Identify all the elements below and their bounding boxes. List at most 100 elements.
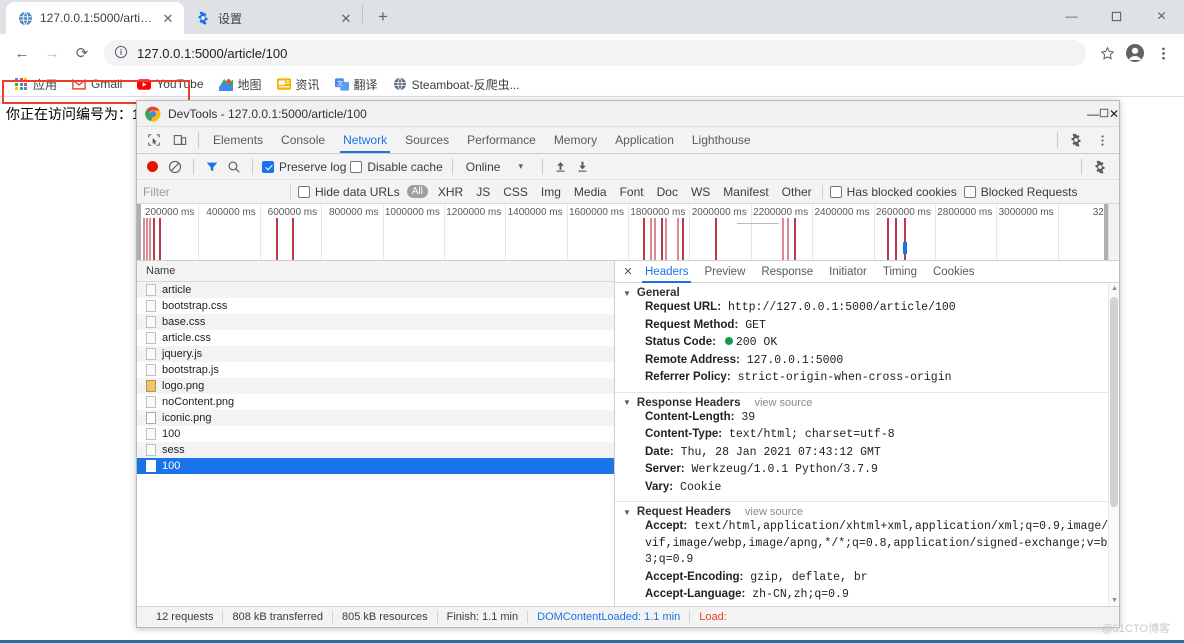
table-row[interactable]: article: [137, 282, 614, 298]
maximize-button[interactable]: [1094, 0, 1139, 32]
filter-type-img[interactable]: Img: [538, 184, 564, 200]
table-row[interactable]: noContent.png: [137, 394, 614, 410]
address-bar[interactable]: 127.0.0.1:5000/article/100: [104, 40, 1086, 66]
table-row[interactable]: logo.png: [137, 378, 614, 394]
filter-input[interactable]: Filter: [143, 185, 283, 199]
request-list-header[interactable]: Name: [137, 261, 614, 282]
chevron-down-icon[interactable]: ▼: [623, 398, 631, 407]
detail-tab-initiator[interactable]: Initiator: [821, 261, 875, 283]
inspect-cursor-icon[interactable]: [141, 128, 167, 152]
avatar-icon[interactable]: [1122, 40, 1148, 66]
header-section-title[interactable]: ▼ Response Headers view source: [623, 397, 1119, 409]
disable-cache-checkbox[interactable]: Disable cache: [350, 160, 443, 174]
overview-tick: [812, 204, 814, 260]
filter-type-media[interactable]: Media: [571, 184, 610, 200]
devtools-close-button[interactable]: ✕: [1109, 107, 1119, 121]
table-row[interactable]: sess: [137, 442, 614, 458]
table-row[interactable]: 100: [137, 426, 614, 442]
view-source-link[interactable]: view source: [745, 506, 803, 518]
reload-button[interactable]: ⟳: [68, 39, 96, 67]
filter-type-xhr[interactable]: XHR: [435, 184, 466, 200]
tab-performance[interactable]: Performance: [458, 127, 545, 153]
kebab-menu-icon[interactable]: [1150, 40, 1176, 66]
chevron-down-icon[interactable]: ▾: [504, 161, 533, 172]
tab-lighthouse[interactable]: Lighthouse: [683, 127, 760, 153]
filter-type-ws[interactable]: WS: [688, 184, 713, 200]
scroll-up-icon[interactable]: ▲: [1109, 283, 1120, 294]
devtools-maximize-button[interactable]: [1099, 107, 1109, 121]
bookmark-news[interactable]: 资讯: [271, 74, 326, 95]
magnifier-icon[interactable]: [225, 158, 243, 176]
watermark: @51CTO博客: [1101, 623, 1170, 635]
download-arrow-icon[interactable]: [574, 158, 592, 176]
header-section-title[interactable]: ▼ Request Headers view source: [623, 506, 1119, 518]
detail-tab-timing[interactable]: Timing: [875, 261, 925, 283]
table-row[interactable]: 100: [137, 458, 614, 474]
overview-scrollbar[interactable]: [1108, 204, 1119, 260]
filter-type-manifest[interactable]: Manifest: [720, 184, 771, 200]
filter-type-js[interactable]: JS: [473, 184, 493, 200]
scroll-down-icon[interactable]: ▼: [1109, 595, 1120, 606]
table-row[interactable]: bootstrap.js: [137, 362, 614, 378]
blocked-requests-checkbox[interactable]: Blocked Requests: [963, 185, 1077, 199]
clear-circle-slash-icon[interactable]: [166, 158, 184, 176]
record-dot-icon[interactable]: [147, 161, 158, 172]
close-button[interactable]: ✕: [1139, 0, 1184, 32]
devtools-minimize-button[interactable]: —: [1087, 107, 1099, 121]
table-row[interactable]: jquery.js: [137, 346, 614, 362]
forward-button[interactable]: →: [38, 39, 66, 67]
upload-arrow-icon[interactable]: [552, 158, 570, 176]
detail-tab-preview[interactable]: Preview: [696, 261, 753, 283]
star-icon[interactable]: [1094, 40, 1120, 66]
filter-type-other[interactable]: Other: [779, 184, 815, 200]
funnel-icon[interactable]: [203, 158, 221, 176]
table-row[interactable]: iconic.png: [137, 410, 614, 426]
browser-tab-settings[interactable]: 设置 ✕: [184, 2, 362, 34]
bookmark-steamboat[interactable]: Steamboat-反爬虫...: [387, 74, 526, 95]
tab-application[interactable]: Application: [606, 127, 683, 153]
overview-request-bar: [276, 218, 278, 260]
gear-icon[interactable]: [1087, 155, 1113, 179]
filter-type-css[interactable]: CSS: [500, 184, 531, 200]
close-icon[interactable]: ✕: [160, 10, 176, 26]
has-blocked-cookies-checkbox[interactable]: Has blocked cookies: [829, 185, 957, 199]
new-tab-button[interactable]: +: [369, 3, 397, 31]
info-circle-icon[interactable]: [114, 45, 128, 62]
kebab-menu-icon[interactable]: [1089, 128, 1115, 152]
back-button[interactable]: ←: [8, 39, 36, 67]
tab-memory[interactable]: Memory: [545, 127, 606, 153]
filter-type-font[interactable]: Font: [617, 184, 647, 200]
view-source-link[interactable]: view source: [754, 397, 812, 409]
filter-type-all[interactable]: All: [406, 185, 428, 198]
table-row[interactable]: article.css: [137, 330, 614, 346]
header-section-title[interactable]: ▼ General: [623, 287, 1119, 299]
chevron-down-icon[interactable]: ▼: [623, 289, 631, 298]
filter-type-doc[interactable]: Doc: [654, 184, 681, 200]
overview-left-handle[interactable]: [137, 204, 141, 260]
detail-tab-headers[interactable]: Headers: [637, 261, 696, 283]
tab-sources[interactable]: Sources: [396, 127, 458, 153]
table-row[interactable]: bootstrap.css: [137, 298, 614, 314]
network-overview-timeline[interactable]: 200000 ms 400000 ms 600000 ms 800000 ms 1000…: [137, 204, 1119, 261]
throttle-select[interactable]: Online: [462, 160, 501, 174]
chevron-down-icon[interactable]: ▼: [623, 508, 631, 517]
bookmark-maps[interactable]: 地图: [213, 74, 268, 95]
scrollbar-thumb[interactable]: [1110, 297, 1118, 507]
gear-icon[interactable]: [1063, 128, 1089, 152]
tab-elements[interactable]: Elements: [204, 127, 272, 153]
overview-request-bar: [153, 218, 155, 260]
table-row[interactable]: base.css: [137, 314, 614, 330]
headers-scrollbar[interactable]: ▲ ▼: [1108, 283, 1119, 606]
close-icon[interactable]: ✕: [619, 263, 637, 281]
device-toolbar-icon[interactable]: [167, 128, 193, 152]
detail-tab-response[interactable]: Response: [753, 261, 821, 283]
tab-console[interactable]: Console: [272, 127, 334, 153]
bookmark-translate[interactable]: 文 翻译: [329, 74, 384, 95]
preserve-log-checkbox[interactable]: Preserve log: [262, 160, 346, 174]
browser-tab-active[interactable]: 127.0.0.1:5000/article/100 ✕: [6, 2, 184, 34]
minimize-button[interactable]: —: [1049, 0, 1094, 32]
close-icon[interactable]: ✕: [338, 10, 354, 26]
tab-network[interactable]: Network: [334, 127, 396, 153]
hide-data-urls-checkbox[interactable]: Hide data URLs: [298, 185, 400, 199]
detail-tab-cookies[interactable]: Cookies: [925, 261, 983, 283]
